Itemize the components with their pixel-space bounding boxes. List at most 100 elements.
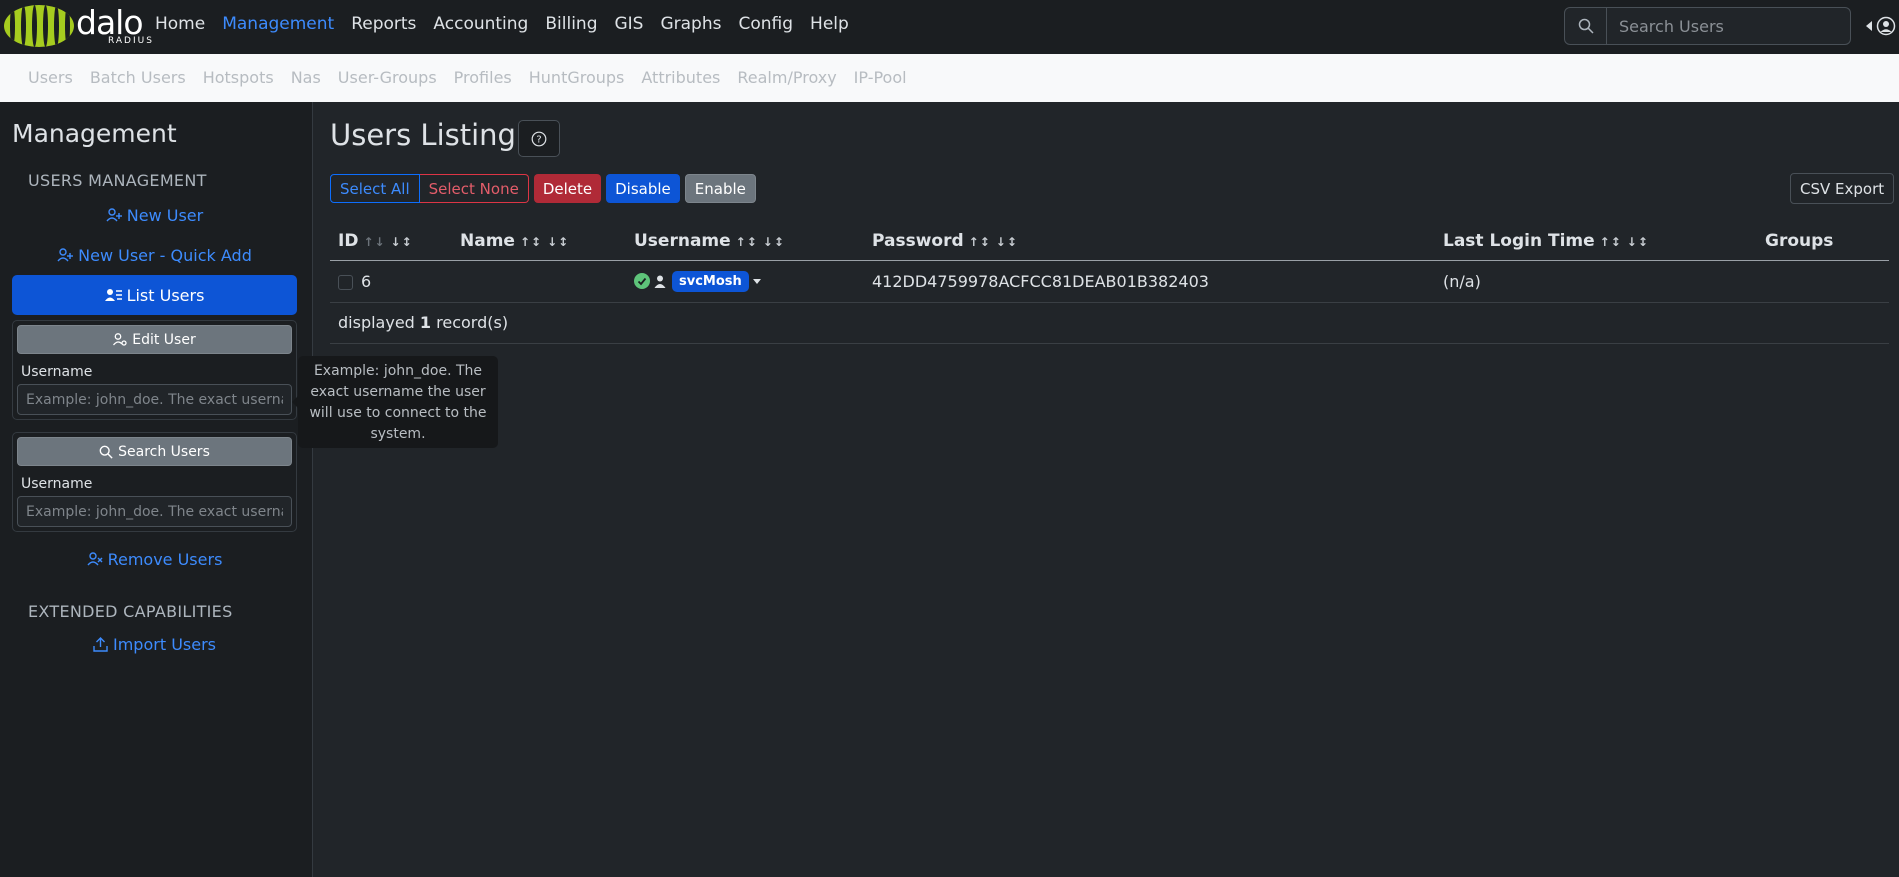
subnav-huntgroups[interactable]: HuntGroups	[529, 68, 625, 87]
subnav-batch-users[interactable]: Batch Users	[90, 68, 186, 87]
column-header-label: Name	[460, 230, 515, 251]
select-all-button[interactable]: Select All	[330, 174, 420, 203]
summary-suffix: record(s)	[436, 313, 509, 332]
sidebar-item-list-users[interactable]: List Users	[12, 275, 297, 315]
edit-username-input[interactable]	[17, 384, 292, 415]
sidebar-item-label: New User	[126, 205, 204, 225]
column-header-label: Password	[872, 230, 964, 251]
cell-id-value: 6	[361, 271, 372, 291]
nav-graphs[interactable]: Graphs	[660, 14, 721, 34]
delete-button[interactable]: Delete	[533, 174, 602, 203]
sort-asc-icon[interactable]: ↑↓	[363, 235, 385, 249]
search-username-label: Username	[21, 476, 93, 492]
nav-home[interactable]: Home	[155, 14, 205, 34]
search-users-button[interactable]: Search Users	[17, 437, 292, 466]
username-badge-dropdown[interactable]: svcMosh	[672, 270, 749, 292]
subnav-nas[interactable]: Nas	[291, 68, 321, 87]
nav-management[interactable]: Management	[222, 14, 334, 34]
edit-user-button-label: Edit User	[132, 331, 196, 348]
cell-last-login: (n/a)	[1435, 260, 1757, 303]
sort-asc-icon[interactable]: ↑↕	[969, 235, 991, 249]
column-header-id[interactable]: ID ↑↓ ↓↕	[330, 222, 452, 261]
nav-billing[interactable]: Billing	[545, 14, 597, 34]
search-users-panel: Search Users Username	[12, 432, 297, 532]
sort-asc-icon[interactable]: ↑↕	[520, 235, 542, 249]
cell-id: 6	[330, 260, 452, 303]
table-header-row: ID ↑↓ ↓↕ Name ↑↕ ↓↕ Username ↑↕ ↓↕ Password ↑↕ ↓…	[330, 222, 1889, 261]
person-icon	[654, 275, 666, 288]
subnav-ip-pool[interactable]: IP-Pool	[854, 68, 907, 87]
section-users-management: USERS MANAGEMENT	[28, 171, 207, 190]
help-button[interactable]: ?	[518, 120, 560, 157]
subnav-hotspots[interactable]: Hotspots	[203, 68, 274, 87]
user-gear-icon	[113, 333, 127, 346]
nav-gis[interactable]: GIS	[614, 14, 643, 34]
column-header-password[interactable]: Password ↑↕ ↓↕	[864, 222, 1435, 261]
sort-asc-icon[interactable]: ↑↕	[736, 235, 758, 249]
summary-prefix: displayed	[338, 313, 415, 332]
row-checkbox[interactable]	[338, 274, 353, 290]
section-extended-capabilities: EXTENDED CAPABILITIES	[28, 602, 233, 621]
sort-desc-icon[interactable]: ↓↕	[391, 235, 413, 249]
cell-username: svcMosh	[626, 260, 864, 303]
sidebar-item-new-user[interactable]: New User	[12, 200, 297, 230]
user-circle-icon	[1876, 16, 1896, 36]
sidebar-item-remove-users[interactable]: Remove Users	[12, 544, 297, 574]
enable-button[interactable]: Enable	[684, 174, 756, 203]
nav-accounting[interactable]: Accounting	[433, 14, 528, 34]
sub-nav: Users Batch Users Hotspots Nas User-Grou…	[0, 54, 1899, 102]
sidebar-item-import-users[interactable]: Import Users	[12, 629, 297, 659]
enabled-check-icon	[634, 273, 650, 289]
subnav-realm-proxy[interactable]: Realm/Proxy	[737, 68, 836, 87]
daloradius-logo[interactable]: dalo RADIUS	[4, 3, 152, 49]
cell-password: 412DD4759978ACFCC81DEAB01B382403	[864, 260, 1435, 303]
svg-text:?: ?	[536, 134, 541, 145]
chevron-down-icon[interactable]	[752, 278, 761, 284]
search-box	[1564, 7, 1851, 45]
edit-username-label: Username	[21, 364, 93, 380]
disable-button[interactable]: Disable	[606, 174, 680, 203]
subnav-profiles[interactable]: Profiles	[454, 68, 512, 87]
question-circle-icon: ?	[531, 131, 547, 146]
column-header-last-login[interactable]: Last Login Time ↑↕ ↓↕	[1435, 222, 1757, 261]
nav-help[interactable]: Help	[810, 14, 849, 34]
sort-desc-icon[interactable]: ↓↕	[1627, 235, 1649, 249]
subnav-attributes[interactable]: Attributes	[641, 68, 720, 87]
sort-desc-icon[interactable]: ↓↕	[547, 235, 569, 249]
user-remove-icon	[87, 552, 103, 566]
records-summary: displayed 1 record(s)	[330, 302, 1889, 344]
logo-ball-icon	[4, 5, 74, 47]
edit-user-panel: Edit User Username	[12, 320, 297, 420]
user-menu-toggle[interactable]	[1866, 14, 1899, 38]
column-header-name[interactable]: Name ↑↕ ↓↕	[452, 222, 626, 261]
sidebar-item-label: List Users	[126, 285, 205, 305]
subnav-user-groups[interactable]: User-Groups	[338, 68, 437, 87]
nav-reports[interactable]: Reports	[351, 14, 416, 34]
sort-desc-icon[interactable]: ↓↕	[996, 235, 1018, 249]
summary-count: 1	[419, 313, 432, 332]
column-header-username[interactable]: Username ↑↕ ↓↕	[626, 222, 864, 261]
sidebar-item-label: New User - Quick Add	[78, 245, 252, 265]
search-input[interactable]	[1607, 8, 1850, 44]
user-plus-icon	[57, 248, 74, 262]
sidebar-title: Management	[12, 119, 177, 148]
user-plus-icon	[106, 208, 122, 222]
caret-left-icon	[1866, 21, 1872, 31]
select-none-button[interactable]: Select None	[419, 174, 529, 203]
search-username-input[interactable]	[17, 496, 292, 527]
subnav-users[interactable]: Users	[28, 68, 73, 87]
search-icon	[1578, 18, 1594, 34]
sort-asc-icon[interactable]: ↑↕	[1600, 235, 1622, 249]
upload-icon	[93, 636, 108, 652]
sidebar-item-new-user-quick-add[interactable]: New User - Quick Add	[12, 240, 297, 270]
csv-export-button[interactable]: CSV Export	[1790, 173, 1895, 204]
column-header-groups: Groups	[1757, 222, 1889, 261]
edit-user-button[interactable]: Edit User	[17, 325, 292, 354]
search-users-button-label: Search Users	[118, 443, 210, 460]
nav-config[interactable]: Config	[738, 14, 793, 34]
bulk-actions: Select All Select None Delete Disable En…	[330, 174, 756, 203]
username-tooltip: Example: john_doe. The exact username th…	[292, 356, 498, 448]
sort-desc-icon[interactable]: ↓↕	[763, 235, 785, 249]
column-header-label: ID	[338, 230, 359, 251]
search-button[interactable]	[1565, 8, 1607, 44]
